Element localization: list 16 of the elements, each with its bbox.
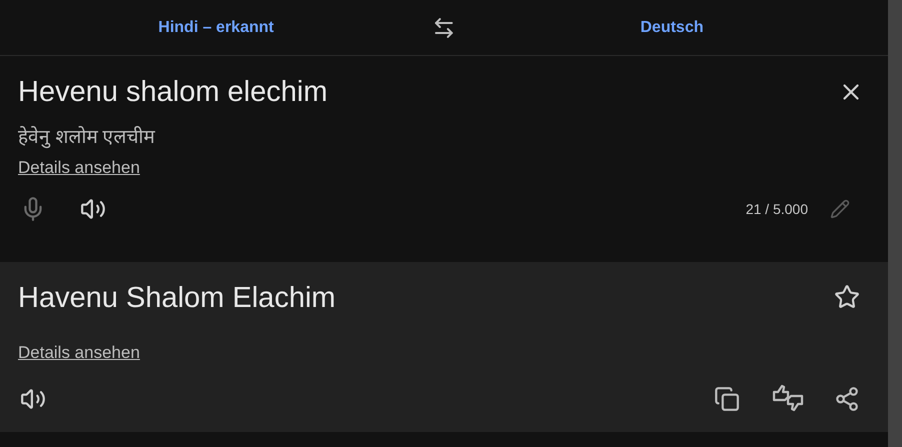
swap-icon[interactable] [432,16,456,40]
speaker-icon[interactable] [80,196,106,222]
edit-icon[interactable] [830,199,850,219]
source-text[interactable]: Hevenu shalom elechim [18,74,328,110]
share-icon[interactable] [834,386,860,412]
character-count: 21 / 5.000 [746,200,808,218]
scrollbar[interactable] [888,0,902,447]
translation-text: Havenu Shalom Elachim [18,281,336,316]
copy-icon[interactable] [714,386,740,412]
star-icon[interactable] [834,284,860,310]
details-link[interactable]: Details ansehen [18,340,140,366]
details-link[interactable]: Details ansehen [18,154,140,180]
source-language-tab[interactable]: Hindi – erkannt [158,16,274,40]
transliteration-text: हेवेनु शलोम एलचीम [18,125,156,150]
thumbs-feedback-icon[interactable] [772,384,804,414]
target-language-tab[interactable]: Deutsch [640,16,704,40]
